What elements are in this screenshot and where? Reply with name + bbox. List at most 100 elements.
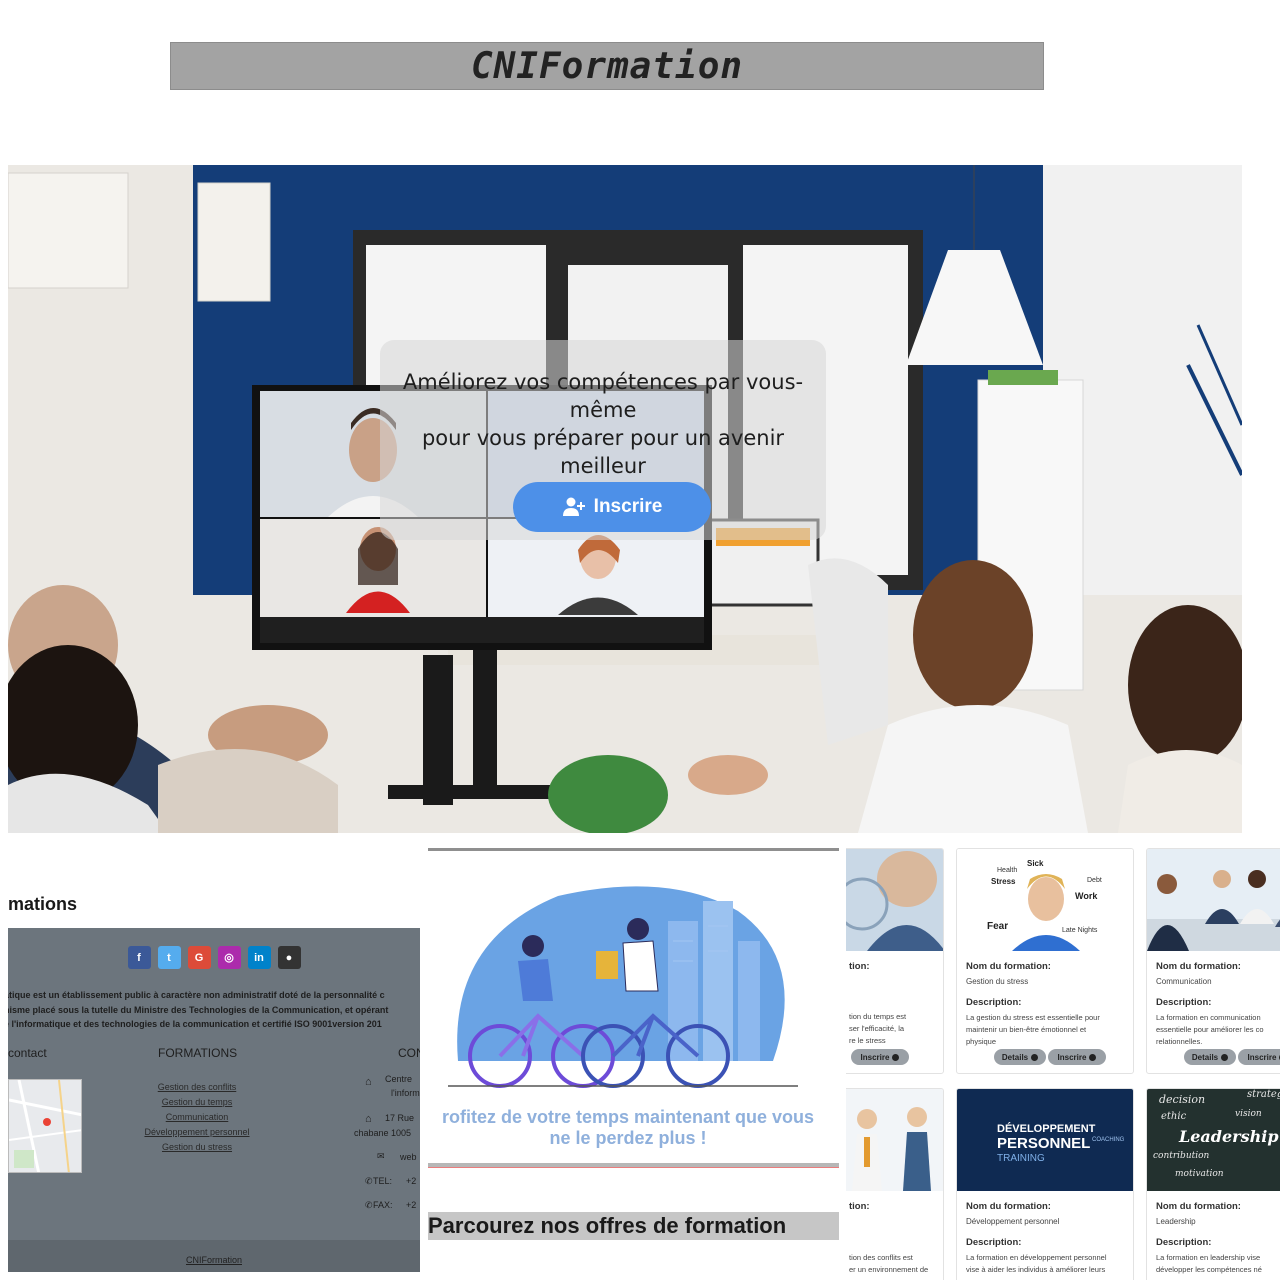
inscrire-label: Inscrire — [860, 1052, 890, 1062]
social-links: f t G ◎ in ● — [8, 946, 420, 969]
card-description: développer les compétences né — [1156, 1265, 1262, 1274]
brand-title[interactable]: CNIFormation — [471, 46, 743, 87]
home-icon: ⌂ — [365, 1076, 372, 1088]
city-line: chabane 1005 — [354, 1128, 412, 1138]
github-icon[interactable]: ● — [277, 946, 301, 969]
map-image — [9, 1080, 81, 1172]
dev-word: DÉVELOPPEMENT — [997, 1123, 1096, 1135]
info-icon — [1031, 1053, 1039, 1061]
footer-link-gestion-temps[interactable]: Gestion du temps — [138, 1095, 256, 1110]
card-name-label: Nom du formation: — [1156, 1201, 1241, 1212]
footer-link-communication[interactable]: Communication — [138, 1110, 256, 1125]
card-description: physique — [966, 1037, 997, 1046]
google-icon[interactable]: G — [187, 946, 211, 969]
card-inscrire-button[interactable]: Inscrire — [1238, 1049, 1280, 1065]
card-inscrire-button[interactable]: Inscrire — [1048, 1049, 1106, 1065]
contact-info-heading: CON — [398, 1046, 420, 1060]
fax-label: FAX: — [373, 1200, 393, 1210]
card-name-value: Gestion du stress — [966, 977, 1029, 986]
card-description: tion des conflits est — [849, 1253, 913, 1262]
details-label: Details — [1001, 1052, 1029, 1062]
location-map[interactable] — [8, 1079, 82, 1173]
dev-word: PERSONNEL — [997, 1135, 1091, 1152]
training-card: tion: tion du temps est ser l'efficacité… — [846, 848, 944, 1074]
envelope-icon: ✉ — [377, 1151, 385, 1161]
footer-link-gestion-stress[interactable]: Gestion du stress — [138, 1140, 256, 1155]
card-image-conflicts — [846, 1089, 943, 1191]
training-card-gestion-stress: Sick Health Stress Work Fear Late Nights… — [956, 848, 1134, 1074]
card-name-label: tion: — [849, 1201, 870, 1212]
card-description: relationnelles. — [1156, 1037, 1203, 1046]
card-name-label: Nom du formation: — [966, 1201, 1051, 1212]
about-text: atique est un établissement public à car… — [8, 988, 420, 1032]
instagram-icon[interactable]: ◎ — [217, 946, 241, 969]
card-thumbnail: decision strateg ethic vision Leadership… — [1147, 1089, 1280, 1191]
card-image-communication — [1147, 849, 1280, 951]
stress-word: Health — [997, 867, 1018, 874]
card-name-label: Nom du formation: — [1156, 961, 1241, 972]
browse-heading: Parcourez nos offres de formation — [428, 1213, 787, 1238]
card-description: La formation en leadership vise — [1156, 1253, 1261, 1262]
user-plus-icon — [562, 497, 585, 516]
copyright-link[interactable]: CNIFormation — [186, 1255, 242, 1265]
copyright-bar: CNIFormation — [8, 1240, 420, 1272]
card-desc-label: Description: — [1156, 997, 1212, 1008]
page-collage: CNIFormation Améliorez vos compétences p… — [0, 0, 1280, 1280]
web-line: web — [400, 1152, 417, 1162]
card-name-label: Nom du formation: — [966, 961, 1051, 972]
address-line-2: l'inform — [391, 1088, 420, 1098]
card-image-stress — [957, 849, 1133, 951]
hero-overlay-card: Améliorez vos compétences par vous-même … — [380, 340, 826, 540]
card-description: La gestion du stress est essentielle pou… — [966, 1013, 1100, 1022]
training-cards-grid: tion: tion du temps est ser l'efficacité… — [846, 848, 1280, 1280]
training-card: tion: tion des conflits est er un enviro… — [846, 1088, 944, 1280]
fax-value: +2 — [406, 1200, 417, 1210]
home-icon: ⌂ — [365, 1113, 372, 1125]
card-desc-label: Description: — [1156, 1237, 1212, 1248]
training-card-communication: Nom du formation: Communication Descript… — [1146, 848, 1280, 1074]
about-line: e l'informatique et des technologies de … — [8, 1019, 382, 1029]
details-label: Details — [1191, 1052, 1219, 1062]
lead-word: ethic — [1161, 1111, 1187, 1122]
card-description: er un environnement de — [849, 1265, 929, 1274]
card-description: La formation en communication — [1156, 1013, 1261, 1022]
lead-word: decision — [1159, 1093, 1206, 1106]
formations-footer-panel: mations f t G ◎ in ● atique est un établ… — [8, 848, 420, 1272]
training-card-leadership: decision strateg ethic vision Leadership… — [1146, 1088, 1280, 1280]
dev-word: TRAINING — [997, 1153, 1045, 1164]
info-icon — [1221, 1053, 1229, 1061]
card-name-label: tion: — [849, 961, 870, 972]
lead-word: contribution — [1153, 1151, 1210, 1161]
card-description: essentielle pour améliorer les co — [1156, 1025, 1264, 1034]
stress-word: Sick — [1027, 859, 1044, 868]
card-description: vise à aider les individus à améliorer l… — [966, 1265, 1106, 1274]
card-thumbnail — [1147, 849, 1280, 951]
lead-word: vision — [1235, 1109, 1262, 1119]
address-line-1: Centre — [385, 1074, 413, 1084]
formations-section-title: mations — [8, 894, 78, 914]
dev-word: COACHING — [1092, 1137, 1125, 1143]
footer-link-gestion-conflits[interactable]: Gestion des conflits — [138, 1080, 256, 1095]
hero-inscrire-button[interactable]: Inscrire — [513, 482, 711, 532]
stress-word: Work — [1075, 891, 1098, 901]
promo-tagline-line1: rofitez de votre temps maintenant que vo… — [441, 1107, 815, 1127]
twitter-icon[interactable]: t — [157, 946, 181, 969]
phone-icon: ✆ — [365, 1176, 373, 1186]
card-description: La formation en développement personnel — [966, 1253, 1107, 1262]
card-details-button[interactable]: Details — [994, 1049, 1046, 1065]
facebook-icon[interactable]: f — [127, 946, 151, 969]
stress-word: Late Nights — [1062, 927, 1098, 934]
card-name-value: Communication — [1156, 977, 1212, 986]
footer-link-developpement[interactable]: Développement personnel — [138, 1125, 256, 1140]
browse-heading-bar: Parcourez nos offres de formation — [428, 1212, 839, 1240]
card-details-button[interactable]: Details — [1184, 1049, 1236, 1065]
hero-section: Améliorez vos compétences par vous-même … — [8, 165, 1242, 833]
brand-banner: CNIFormation — [170, 42, 1044, 90]
hero-headline-line1: Améliorez vos compétences par vous-même — [402, 370, 804, 422]
hero-headline: Améliorez vos compétences par vous-même … — [393, 368, 813, 480]
tel-value: +2 — [406, 1176, 417, 1186]
linkedin-icon[interactable]: in — [247, 946, 271, 969]
card-inscrire-button[interactable]: Inscrire — [851, 1049, 909, 1065]
lead-word: motivation — [1175, 1169, 1224, 1179]
hero-inscrire-label: Inscrire — [593, 496, 663, 517]
